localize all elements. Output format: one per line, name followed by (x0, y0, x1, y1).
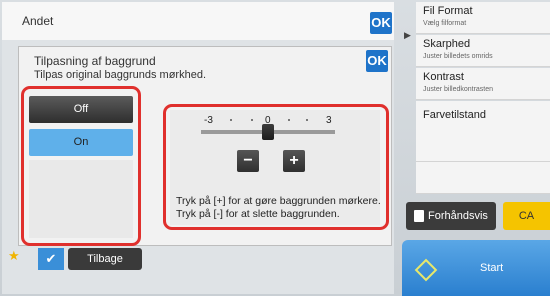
preview-button[interactable]: Forhåndsvis (406, 202, 496, 230)
screen: Andet OK ▶ Fil Format Vælg filformat Ska… (0, 0, 550, 296)
star-icon[interactable]: ★ (8, 248, 20, 264)
outer-header: Andet (2, 2, 394, 41)
outer-ok-button[interactable]: OK (370, 12, 392, 34)
menu-item-fil-format[interactable]: Fil Format Vælg filformat (416, 2, 550, 34)
highlight-box-adjust (163, 104, 389, 230)
start-label: Start (480, 262, 504, 274)
menu-item-title: Fil Format (423, 5, 473, 17)
menu-item-desc: Juster billedkontrasten (423, 86, 494, 93)
menu-item-skarphed[interactable]: Skarphed Juster billedets omrids (416, 35, 550, 67)
menu-item-title: Kontrast (423, 71, 464, 83)
check-icon[interactable]: ✔ (38, 248, 64, 270)
menu-empty-slots (416, 130, 550, 194)
outer-title: Andet (22, 14, 54, 28)
highlight-box-options (21, 86, 141, 246)
start-diamond-icon (414, 258, 438, 282)
dialog-ok-button[interactable]: OK (366, 50, 388, 72)
menu-item-kontrast[interactable]: Kontrast Juster billedkontrasten (416, 68, 550, 100)
ca-button[interactable]: CA (503, 202, 550, 230)
play-icon: ▶ (404, 30, 411, 40)
menu-item-title: Farvetilstand (423, 109, 486, 121)
preview-icon (414, 210, 424, 222)
preview-label: Forhåndsvis (428, 210, 488, 222)
menu-item-desc: Juster billedets omrids (423, 53, 493, 60)
start-button[interactable]: Start (402, 240, 550, 296)
menu-item-farvetilstand[interactable]: Farvetilstand (416, 101, 550, 133)
back-button[interactable]: Tilbage (68, 248, 142, 270)
menu-item-title: Skarphed (423, 38, 471, 50)
dialog-title: Tilpasning af baggrund (34, 54, 156, 68)
dialog-subtitle: Tilpas original baggrunds mørkhed. (34, 69, 207, 81)
menu-item-desc: Vælg filformat (423, 20, 467, 27)
